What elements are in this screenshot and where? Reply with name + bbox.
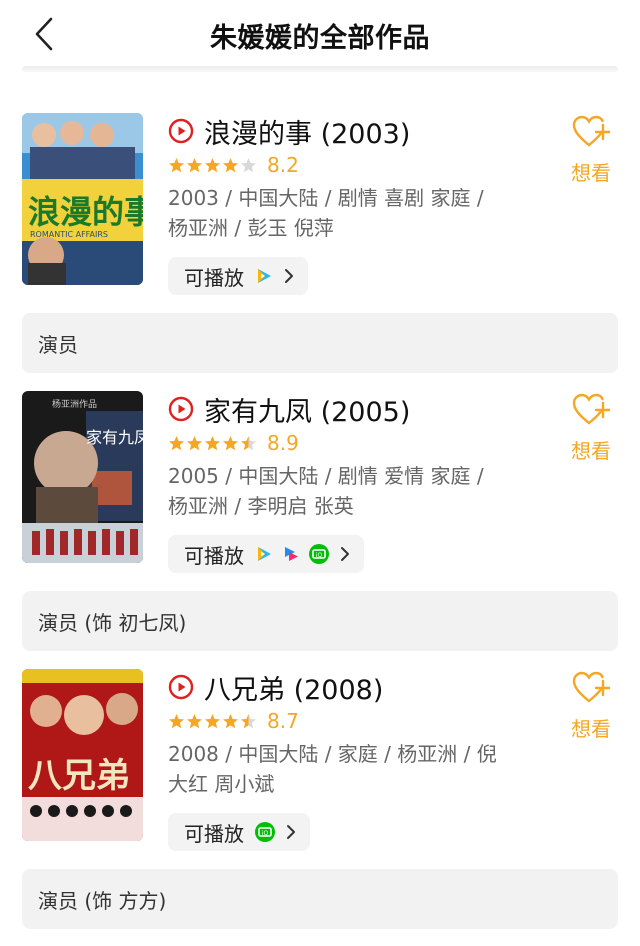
- poster-image[interactable]: 八兄弟: [22, 669, 143, 841]
- title-row[interactable]: 浪漫的事 (2003): [168, 112, 410, 151]
- playable-button[interactable]: 可播放: [168, 257, 308, 295]
- playable-label: 可播放: [184, 543, 244, 568]
- meta-line-2: 大红 周小斌: [168, 772, 275, 796]
- poster-caption: 家有九凤: [86, 428, 143, 447]
- work-title[interactable]: 八兄弟 (2008): [204, 668, 383, 707]
- star-rating: [168, 435, 257, 452]
- role-box: 演员: [22, 313, 618, 373]
- star-rating: [168, 713, 257, 730]
- iqiyi-icon: iQ: [255, 822, 275, 842]
- chevron-right-icon: [341, 547, 349, 561]
- role-box: 演员 (饰 方方): [22, 869, 618, 929]
- play-circle-icon: [168, 674, 194, 700]
- svg-text:iQ: iQ: [262, 830, 269, 837]
- want-label: 想看: [571, 717, 611, 741]
- star-icon: [187, 435, 202, 450]
- poster-image[interactable]: 杨亚洲作品 家有九凤: [22, 391, 143, 563]
- svg-text:iQ: iQ: [316, 552, 323, 559]
- title-row[interactable]: 八兄弟 (2008): [168, 668, 383, 707]
- playable-button[interactable]: 可播放 iQ: [168, 813, 310, 851]
- star-icon: [169, 157, 184, 172]
- star-icon: [223, 157, 238, 172]
- rating-score: 8.9: [267, 431, 299, 455]
- youku-icon: [285, 547, 298, 561]
- star-icon: [205, 157, 220, 172]
- header-divider: [22, 66, 618, 72]
- star-rating: [168, 157, 257, 174]
- rating-row: 8.9: [168, 431, 299, 455]
- role-text: 演员 (饰 方方): [38, 888, 167, 913]
- heart-plus-icon: [572, 115, 612, 147]
- work-meta: 2003 / 中国大陆 / 剧情 喜剧 家庭 / 杨亚洲 / 彭玉 倪萍: [168, 183, 528, 243]
- star-icon: [241, 157, 256, 172]
- rating-row: 8.2: [168, 153, 299, 177]
- role-text: 演员: [38, 332, 78, 357]
- want-label: 想看: [571, 439, 611, 463]
- want-to-watch-button[interactable]: 想看: [566, 115, 616, 186]
- work-meta: 2005 / 中国大陆 / 剧情 爱情 家庭 / 杨亚洲 / 李明启 张英: [168, 461, 528, 521]
- meta-line-1: 2008 / 中国大陆 / 家庭 / 杨亚洲 / 倪: [168, 742, 497, 766]
- meta-line-2: 杨亚洲 / 李明启 张英: [168, 494, 354, 518]
- star-icon: [205, 435, 220, 450]
- title-row[interactable]: 家有九凤 (2005): [168, 390, 410, 429]
- tencent-video-icon: [258, 269, 271, 283]
- play-circle-icon: [168, 396, 194, 422]
- want-to-watch-button[interactable]: 想看: [566, 393, 616, 464]
- star-icon: [223, 713, 238, 728]
- page-title: 朱媛媛的全部作品: [210, 23, 430, 54]
- work-title[interactable]: 家有九凤 (2005): [204, 390, 410, 429]
- star-icon: [205, 713, 220, 728]
- heart-plus-icon: [572, 671, 612, 703]
- playable-label: 可播放: [184, 265, 244, 290]
- work-item-0[interactable]: 浪漫的事 ROMANTIC AFFAIRS 浪漫的事 (2003) 8.2 20…: [0, 113, 640, 373]
- play-circle-icon: [168, 118, 194, 144]
- want-to-watch-button[interactable]: 想看: [566, 671, 616, 742]
- role-text: 演员 (饰 初七凤): [38, 610, 187, 635]
- chevron-right-icon: [287, 825, 295, 839]
- role-box: 演员 (饰 初七凤): [22, 591, 618, 651]
- star-icon: [187, 713, 202, 728]
- rating-score: 8.7: [267, 709, 299, 733]
- work-item-2[interactable]: 八兄弟 八兄弟 (2008) 8.7 2008 / 中国大陆 / 家庭 / 杨亚…: [0, 669, 640, 929]
- playable-label: 可播放: [184, 821, 244, 846]
- svg-text:杨亚洲作品: 杨亚洲作品: [52, 398, 97, 410]
- want-label: 想看: [571, 161, 611, 185]
- rating-score: 8.2: [267, 153, 299, 177]
- meta-line-1: 2005 / 中国大陆 / 剧情 爱情 家庭 /: [168, 464, 484, 488]
- meta-line-1: 2003 / 中国大陆 / 剧情 喜剧 家庭 /: [168, 186, 484, 210]
- star-icon: [241, 713, 256, 728]
- chevron-right-icon: [285, 269, 293, 283]
- work-title[interactable]: 浪漫的事 (2003): [204, 112, 410, 151]
- star-icon: [187, 157, 202, 172]
- star-icon: [169, 435, 184, 450]
- heart-plus-icon: [572, 393, 612, 425]
- iqiyi-icon: iQ: [309, 544, 329, 564]
- poster-image[interactable]: 浪漫的事 ROMANTIC AFFAIRS: [22, 113, 143, 285]
- star-icon: [223, 435, 238, 450]
- rating-row: 8.7: [168, 709, 299, 733]
- playable-button[interactable]: 可播放 iQ: [168, 535, 364, 573]
- app-header: 朱媛媛的全部作品: [0, 0, 640, 68]
- star-icon: [169, 713, 184, 728]
- work-meta: 2008 / 中国大陆 / 家庭 / 杨亚洲 / 倪 大红 周小斌: [168, 739, 528, 799]
- work-item-1[interactable]: 杨亚洲作品 家有九凤 家有九凤 (2005) 8.9 2005 / 中国大陆 /…: [0, 391, 640, 651]
- star-icon: [241, 435, 256, 450]
- meta-line-2: 杨亚洲 / 彭玉 倪萍: [168, 216, 334, 240]
- tencent-video-icon: [258, 547, 271, 561]
- poster-caption: 浪漫的事: [28, 193, 143, 231]
- poster-caption: 八兄弟: [28, 756, 130, 796]
